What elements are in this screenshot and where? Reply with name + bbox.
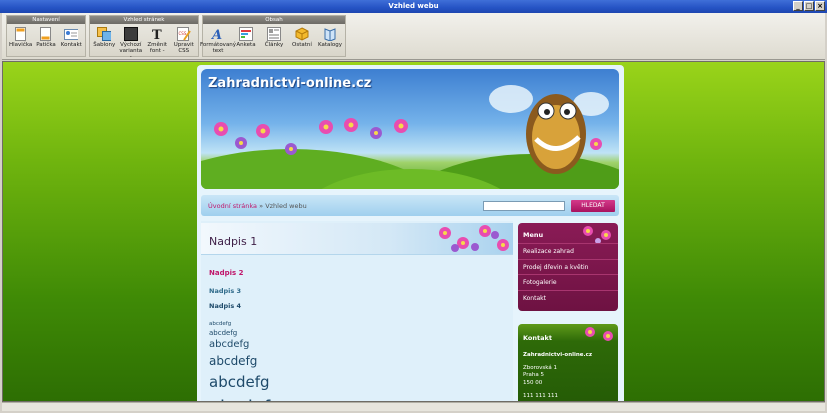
contact-box: Kontakt Zahradnictvi-online.cz Zborovská… — [518, 324, 618, 402]
site-title[interactable]: Zahradnictvi-online.cz — [208, 76, 371, 91]
site-banner[interactable]: Zahradnictvi-online.cz — [201, 69, 619, 189]
font-sample: abcdefg — [209, 329, 238, 337]
menu-title: Menu — [523, 231, 544, 239]
menu-item-prodej[interactable]: Prodej dřevin a květin — [518, 258, 618, 275]
font-sample: abcdefg — [209, 354, 258, 368]
articles-icon — [267, 26, 281, 41]
svg-text:A: A — [211, 28, 222, 41]
tool-label: Články — [264, 42, 284, 48]
tool-label: Ostatní — [292, 42, 312, 48]
tool-label: Změnit font - — [147, 42, 168, 54]
tool-label: Výchozí varianta - — [119, 42, 143, 60]
menu-flowers-decoration — [583, 226, 611, 244]
close-button[interactable]: × — [815, 1, 825, 11]
other-cube-icon — [295, 26, 309, 41]
side-menu: Menu Realizace zahrad Prodej dřevin a kv… — [518, 223, 618, 311]
contact-card-icon — [64, 26, 79, 41]
heading-1: Nadpis 1 — [209, 235, 258, 248]
maximize-button[interactable]: □ — [804, 1, 814, 11]
header-tool[interactable]: Hlavička — [9, 26, 32, 48]
heading-4: Nadpis 4 — [209, 302, 242, 310]
contact-company: Zahradnictvi-online.cz — [523, 352, 593, 358]
menu-item-kontakt[interactable]: Kontakt — [518, 289, 618, 306]
window-titlebar: Vzhled webu _ □ × — [0, 0, 827, 13]
contact-title: Kontakt — [523, 334, 552, 342]
poll-tool[interactable]: Anketa — [233, 26, 259, 54]
window-title: Vzhled webu — [388, 2, 439, 10]
font-sample: abcdefg — [209, 339, 250, 350]
group-label: Obsah — [203, 16, 345, 24]
css-file-icon: CSS — [176, 26, 191, 41]
footer-tool[interactable]: Patička — [34, 26, 57, 48]
formatted-text-tool[interactable]: A Formátovaný text — [200, 26, 236, 55]
heading-3: Nadpis 3 — [209, 287, 242, 295]
heading-2: Nadpis 2 — [209, 269, 244, 277]
svg-text:CSS: CSS — [178, 31, 186, 36]
ribbon-toolbar: Nastavení Hlavička Patička Kontakt Vzhle… — [2, 13, 825, 60]
edit-css-tool[interactable]: CSS Upravit CSS — [172, 26, 197, 60]
formatted-text-icon: A — [211, 26, 225, 41]
contact-details: Zahradnictvi-online.cz Zborovská 1 Praha… — [523, 352, 592, 401]
contact-flowers-decoration — [585, 327, 613, 341]
tool-label: Anketa — [236, 42, 256, 48]
font-icon: T — [150, 26, 164, 41]
change-font-tool[interactable]: T Změnit font - — [145, 26, 170, 60]
tool-label: Katalogy — [317, 42, 343, 48]
tool-label: Hlavička — [9, 42, 33, 48]
content-area: Nadpis 1 Nadpis 2 Nadpis 3 Nadpis 4 abcd… — [201, 221, 513, 402]
other-tool[interactable]: Ostatní — [289, 26, 315, 54]
heading-banner: Nadpis 1 — [201, 223, 513, 255]
menu-item-fotogalerie[interactable]: Fotogalerie — [518, 274, 618, 290]
breadcrumb: Úvodní stránka » Vzhled webu — [208, 202, 307, 210]
contact-phone: 111 111 111 — [523, 393, 558, 399]
breadcrumb-current: Vzhled webu — [265, 202, 307, 210]
page-footer-icon — [39, 26, 53, 41]
page-preview-canvas[interactable]: Zahradnictvi-online.cz Úvodní stránka » … — [2, 61, 825, 402]
group-label: Nastavení — [7, 16, 85, 24]
tool-label: Patička — [36, 42, 56, 48]
catalogs-tool[interactable]: Katalogy — [317, 26, 343, 54]
search-button[interactable]: HLEDAT — [571, 200, 615, 212]
contact-tool[interactable]: Kontakt — [60, 26, 83, 48]
ribbon-group-vzhled: Vzhled stránek Šablony Výchozí varianta … — [89, 15, 199, 60]
templates-tool[interactable]: Šablony — [92, 26, 117, 60]
ribbon-group-nastaveni: Nastavení Hlavička Patička Kontakt — [6, 15, 86, 57]
breadcrumb-home-link[interactable]: Úvodní stránka — [208, 202, 257, 210]
breadcrumb-bar: Úvodní stránka » Vzhled webu HLEDAT — [201, 195, 619, 216]
contact-street: Zborovská 1 — [523, 364, 557, 371]
tool-label: Kontakt — [60, 42, 82, 48]
font-sample: abcdefg — [209, 373, 270, 391]
minimize-button[interactable]: _ — [793, 1, 803, 11]
articles-tool[interactable]: Články — [261, 26, 287, 54]
tool-label: Šablony — [93, 42, 116, 48]
contact-city: Praha 5 — [523, 372, 544, 378]
catalog-book-icon — [323, 26, 337, 41]
default-variant-tool[interactable]: Výchozí varianta - — [119, 26, 144, 60]
templates-icon — [97, 26, 112, 41]
tool-label: Upravit CSS — [173, 42, 194, 54]
font-sample: abcdefg — [209, 321, 232, 327]
search-input[interactable] — [483, 201, 565, 211]
page-header-icon — [14, 26, 28, 41]
tool-label: Formátovaný text — [199, 42, 237, 54]
group-label: Vzhled stránek — [90, 16, 198, 24]
svg-text:T: T — [152, 28, 162, 41]
color-swatch-icon — [123, 26, 138, 41]
breadcrumb-separator: » — [259, 202, 264, 210]
site-preview: Zahradnictvi-online.cz Úvodní stránka » … — [197, 65, 624, 402]
poll-icon — [239, 26, 253, 41]
flowers-decoration — [439, 225, 509, 252]
horizontal-scrollbar[interactable] — [2, 402, 825, 411]
ribbon-group-obsah: Obsah A Formátovaný text Anketa Články O… — [200, 15, 346, 57]
contact-zip: 150 00 — [523, 379, 543, 386]
menu-item-realizace[interactable]: Realizace zahrad — [518, 243, 618, 259]
